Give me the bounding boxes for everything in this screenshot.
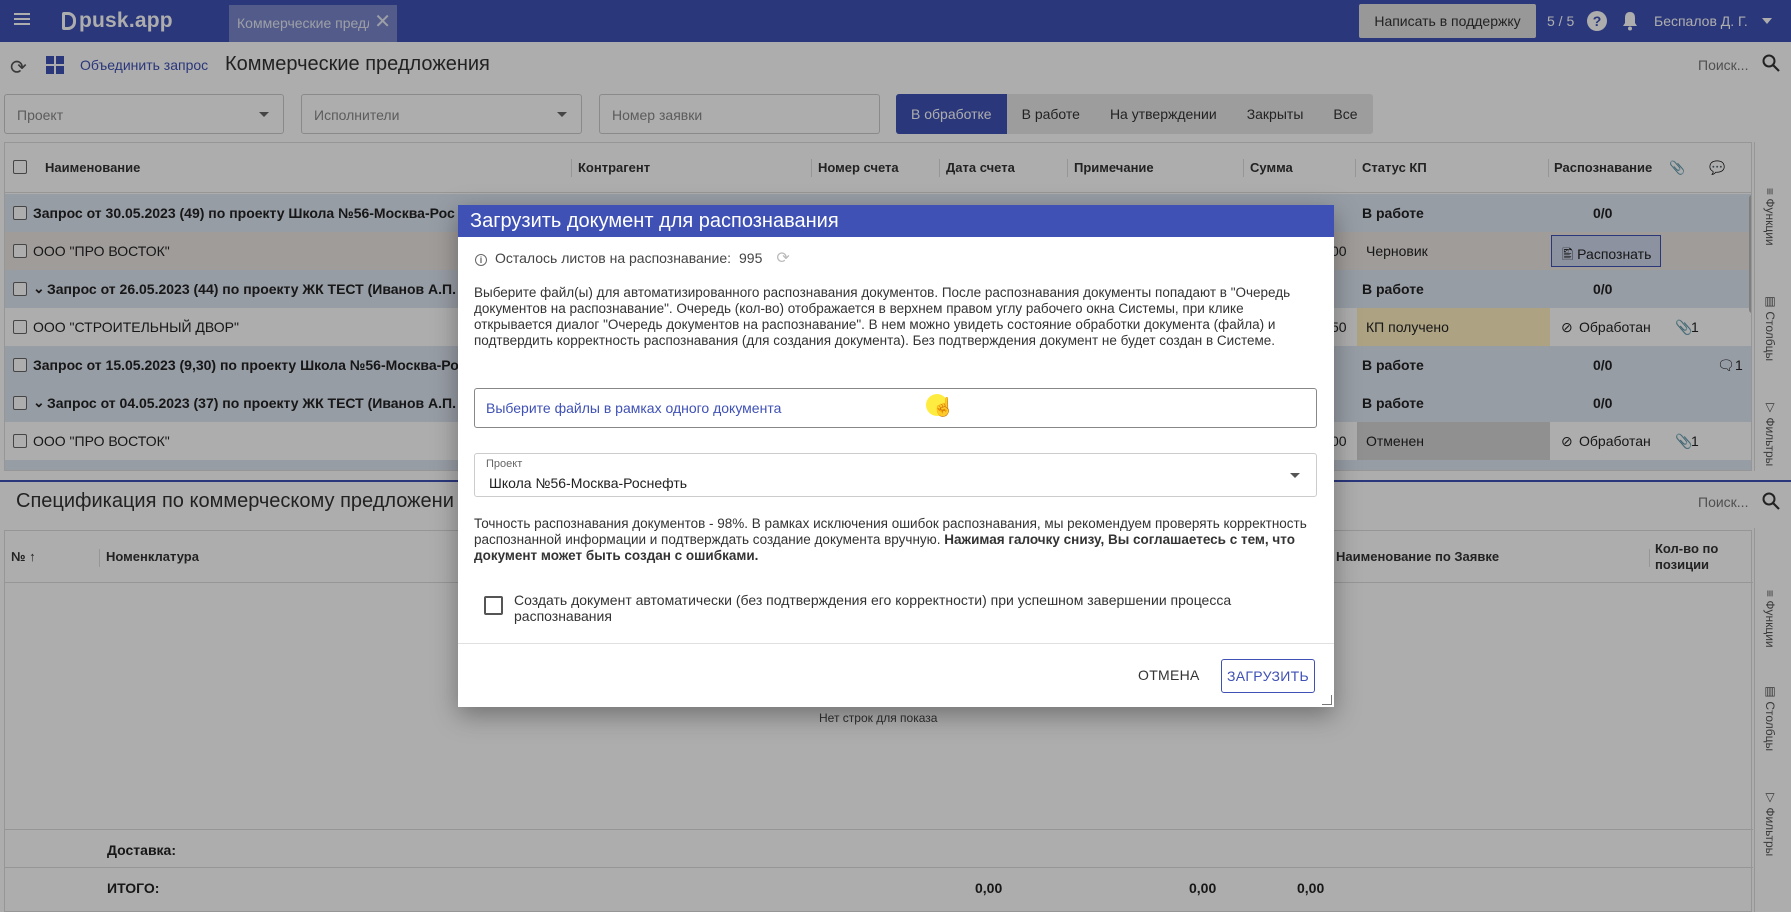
hand-cursor-icon: ☝ bbox=[932, 397, 955, 417]
project-select-value: Школа №56-Москва-Роснефть bbox=[489, 475, 688, 491]
remaining-value: 995 bbox=[739, 250, 763, 266]
file-select-input[interactable]: Выберите файлы в рамках одного документа bbox=[474, 388, 1317, 428]
upload-button[interactable]: ЗАГРУЗИТЬ bbox=[1221, 659, 1315, 693]
chevron-down-icon bbox=[1290, 473, 1300, 478]
accuracy-notice: Точность распознавания документов - 98%.… bbox=[474, 516, 1322, 564]
resize-handle[interactable] bbox=[1322, 695, 1332, 705]
dialog-title[interactable]: Загрузить документ для распознавания bbox=[458, 205, 1334, 237]
auto-create-label[interactable]: Создать документ автоматически (без подт… bbox=[514, 592, 1274, 624]
auto-create-checkbox[interactable] bbox=[484, 596, 503, 615]
reload-icon[interactable]: ⟳ bbox=[776, 248, 789, 268]
dialog-divider bbox=[458, 643, 1334, 644]
project-select-label: Проект bbox=[486, 458, 523, 470]
remaining-sheets: i Осталось листов на распознавание: 995 ⟳ bbox=[475, 248, 790, 268]
remaining-label: Осталось листов на распознавание: bbox=[495, 250, 732, 266]
cancel-button[interactable]: ОТМЕНА bbox=[1138, 659, 1200, 691]
info-icon: i bbox=[475, 254, 487, 266]
dialog-description: Выберите файл(ы) для автоматизированного… bbox=[474, 285, 1291, 348]
project-select[interactable]: Проект Школа №56-Москва-Роснефть bbox=[474, 453, 1317, 497]
upload-dialog: Загрузить документ для распознавания i Ос… bbox=[458, 205, 1334, 707]
